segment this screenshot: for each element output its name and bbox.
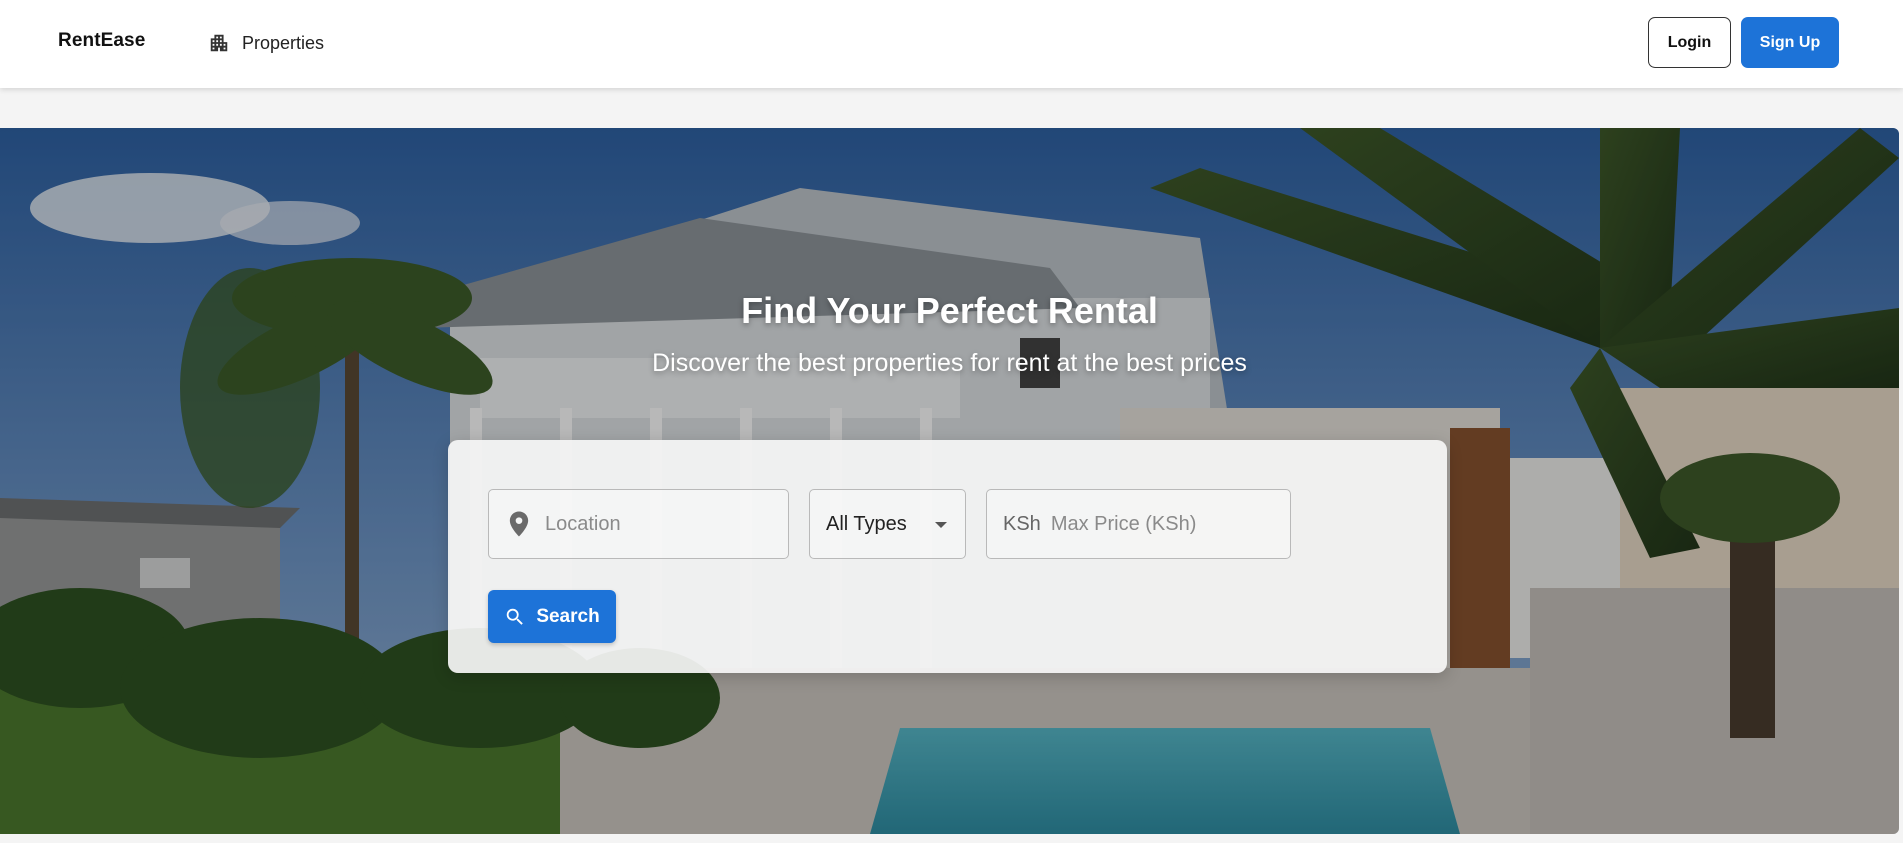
- hero-title: Find Your Perfect Rental: [741, 290, 1158, 331]
- location-input[interactable]: Location: [488, 489, 789, 559]
- location-pin-icon: [509, 511, 529, 537]
- nav-item-label: Properties: [242, 32, 325, 53]
- property-type-value: All Types: [826, 512, 907, 535]
- building-icon: [210, 34, 228, 52]
- search-button[interactable]: Search: [488, 590, 616, 643]
- signup-button[interactable]: Sign Up: [1741, 17, 1839, 68]
- search-card: Location All Types KSh Max Price (KSh) S…: [448, 440, 1447, 673]
- property-type-select[interactable]: All Types: [809, 489, 966, 559]
- currency-prefix: KSh: [1003, 512, 1041, 535]
- max-price-input[interactable]: KSh Max Price (KSh): [986, 489, 1291, 559]
- search-icon: [507, 608, 524, 625]
- nav-item-properties[interactable]: Properties: [208, 29, 324, 57]
- location-placeholder: Location: [545, 512, 621, 535]
- login-button[interactable]: Login: [1648, 17, 1731, 68]
- search-button-label: Search: [536, 605, 600, 627]
- brand-logo[interactable]: RentEase: [58, 30, 145, 52]
- caret-down-icon: [935, 522, 947, 528]
- top-navbar: RentEase Properties Login Sign Up: [0, 0, 1903, 88]
- hero-section: Find Your Perfect Rental Discover the be…: [0, 128, 1899, 834]
- max-price-placeholder: Max Price (KSh): [1050, 512, 1197, 535]
- hero-subtitle: Discover the best properties for rent at…: [652, 349, 1247, 377]
